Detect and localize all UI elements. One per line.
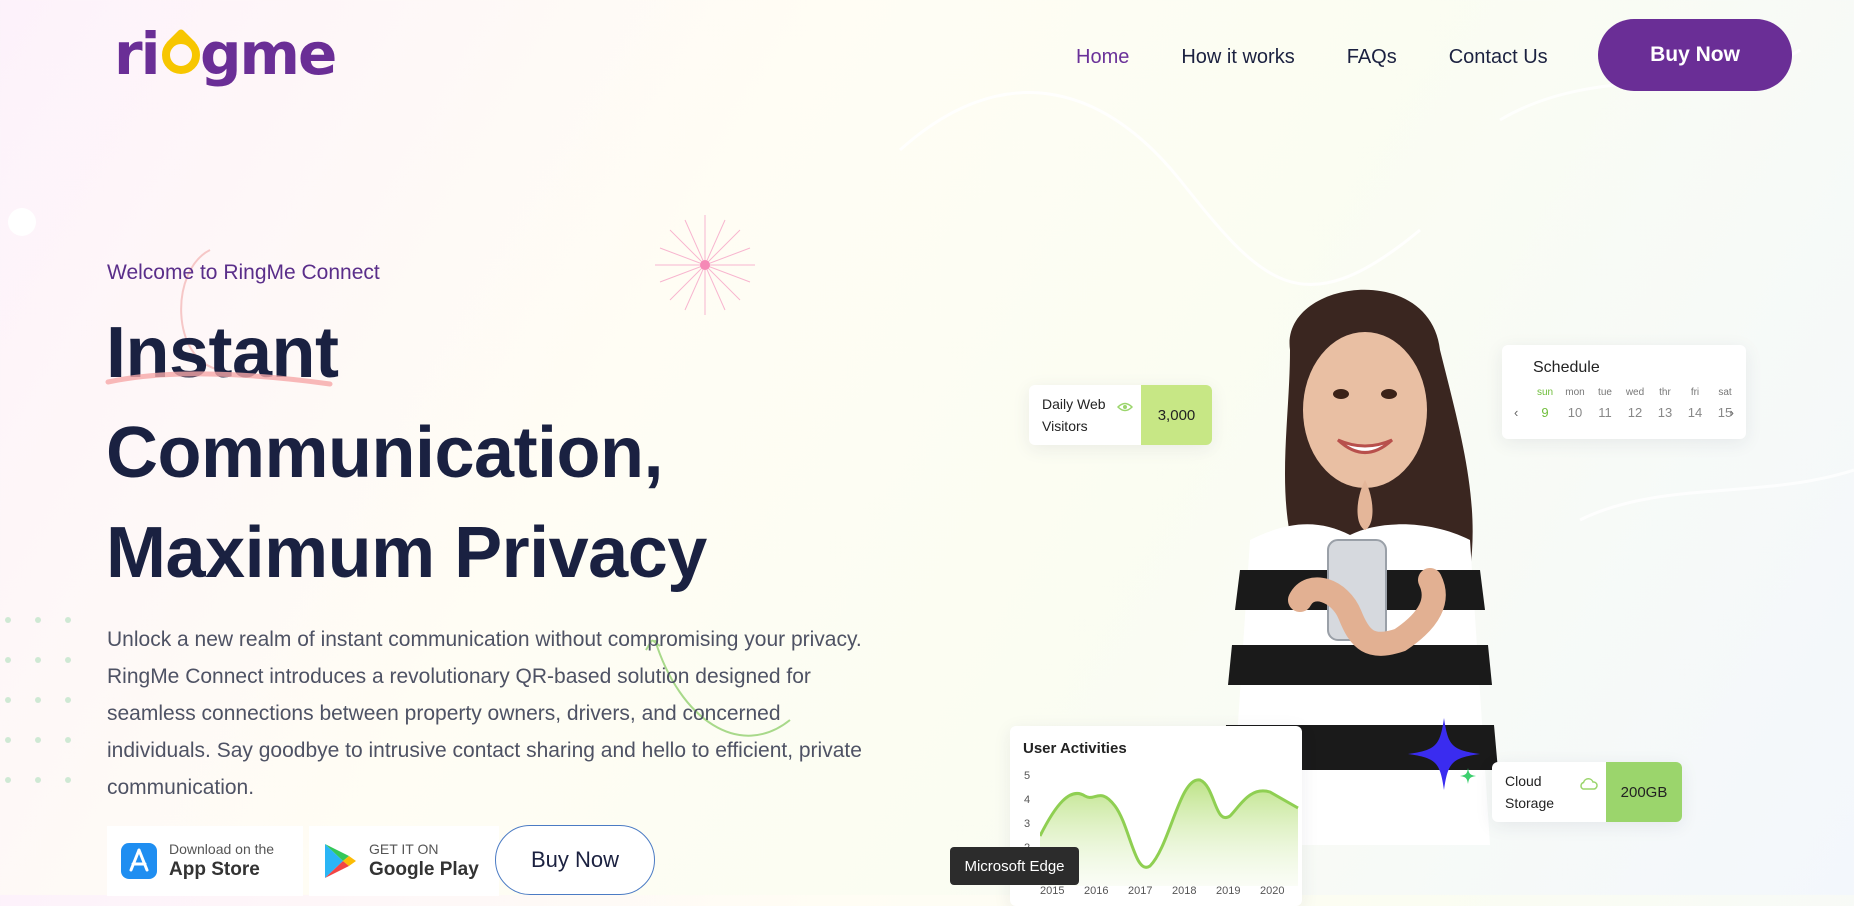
cloud-storage-label-line1: Cloud: [1505, 773, 1542, 789]
schedule-days-row: sun mon tue wed thr fri sat: [1530, 387, 1740, 398]
nav-how-it-works[interactable]: How it works: [1181, 46, 1294, 69]
schedule-day: tue: [1598, 387, 1612, 398]
header-buy-now-button[interactable]: Buy Now: [1598, 19, 1792, 91]
nav-home[interactable]: Home: [1076, 46, 1129, 69]
headline-line-2: Communication,: [106, 413, 664, 493]
headline-line-3: Maximum Privacy: [106, 513, 707, 593]
y-tick-label: 5: [1024, 770, 1031, 782]
daily-visitors-value: 3,000: [1141, 385, 1212, 445]
y-tick-label: 3: [1024, 818, 1031, 830]
x-tick-label: 2018: [1172, 885, 1197, 897]
eye-icon: [1117, 402, 1133, 412]
schedule-date[interactable]: 12: [1620, 405, 1650, 420]
schedule-card: Schedule ‹ › sun mon tue wed thr fri sat…: [1502, 345, 1746, 439]
user-activities-line-chart: [1040, 778, 1299, 886]
hero-headline: Instant Communication, Maximum Privacy: [106, 303, 707, 603]
schedule-date[interactable]: 13: [1650, 405, 1680, 420]
daily-visitors-label: Daily Web Visitors: [1029, 385, 1141, 445]
headline-underline: [105, 371, 333, 387]
schedule-date[interactable]: 11: [1590, 405, 1620, 420]
schedule-prev-arrow[interactable]: ‹: [1514, 405, 1518, 420]
google-play-badge[interactable]: GET IT ON Google Play: [309, 826, 499, 896]
cloud-storage-value: 200GB: [1606, 762, 1682, 822]
x-tick-label: 2016: [1084, 885, 1109, 897]
app-store-big-text: App Store: [169, 859, 260, 880]
google-play-big-text: Google Play: [369, 859, 479, 880]
browser-tooltip: Microsoft Edge: [950, 847, 1079, 885]
schedule-day: sun: [1536, 387, 1554, 398]
daily-visitors-card: Daily Web Visitors 3,000: [1029, 385, 1212, 445]
nav-contact-us[interactable]: Contact Us: [1449, 46, 1548, 69]
google-play-icon: [325, 844, 356, 878]
hero-description: Unlock a new realm of instant communicat…: [107, 628, 862, 799]
cloud-icon: [1580, 778, 1598, 790]
daily-visitors-label-line2: Visitors: [1042, 418, 1088, 434]
x-tick-label: 2019: [1216, 885, 1241, 897]
cloud-storage-label: Cloud Storage: [1492, 762, 1606, 822]
x-tick-label: 2015: [1040, 885, 1065, 897]
main-nav: Home How it works FAQs Contact Us: [1076, 46, 1548, 69]
schedule-day: sat: [1718, 387, 1732, 398]
schedule-day: fri: [1690, 387, 1700, 398]
x-tick-label: 2017: [1128, 885, 1153, 897]
schedule-day: thr: [1659, 387, 1671, 398]
app-store-badge[interactable]: Download on the App Store: [107, 826, 303, 896]
schedule-date[interactable]: 9: [1530, 405, 1560, 420]
schedule-title: Schedule: [1533, 359, 1600, 376]
nav-faqs[interactable]: FAQs: [1347, 46, 1397, 69]
schedule-day: mon: [1565, 387, 1585, 398]
x-tick-label: 2020: [1260, 885, 1285, 897]
daily-visitors-label-line1: Daily Web: [1042, 396, 1106, 412]
schedule-dates-row: 9 10 11 12 13 14 15: [1530, 405, 1740, 420]
app-store-small-text: Download on the: [169, 841, 275, 857]
schedule-day: wed: [1625, 387, 1645, 398]
svg-text:gme: gme: [200, 22, 335, 88]
ringme-logo[interactable]: ri gme: [114, 22, 364, 92]
svg-text:ri: ri: [114, 22, 158, 88]
cloud-storage-label-line2: Storage: [1505, 795, 1555, 811]
user-activities-title: User Activities: [1023, 740, 1127, 757]
schedule-date[interactable]: 10: [1560, 405, 1590, 420]
google-play-small-text: GET IT ON: [369, 841, 439, 857]
hero-buy-now-button[interactable]: Buy Now: [495, 825, 655, 895]
app-store-icon: [121, 843, 157, 879]
schedule-date[interactable]: 14: [1680, 405, 1710, 420]
schedule-date[interactable]: 15: [1710, 405, 1740, 420]
welcome-text: Welcome to RingMe Connect: [107, 261, 380, 284]
cloud-storage-card: Cloud Storage 200GB: [1492, 762, 1682, 822]
y-tick-label: 4: [1024, 794, 1031, 806]
